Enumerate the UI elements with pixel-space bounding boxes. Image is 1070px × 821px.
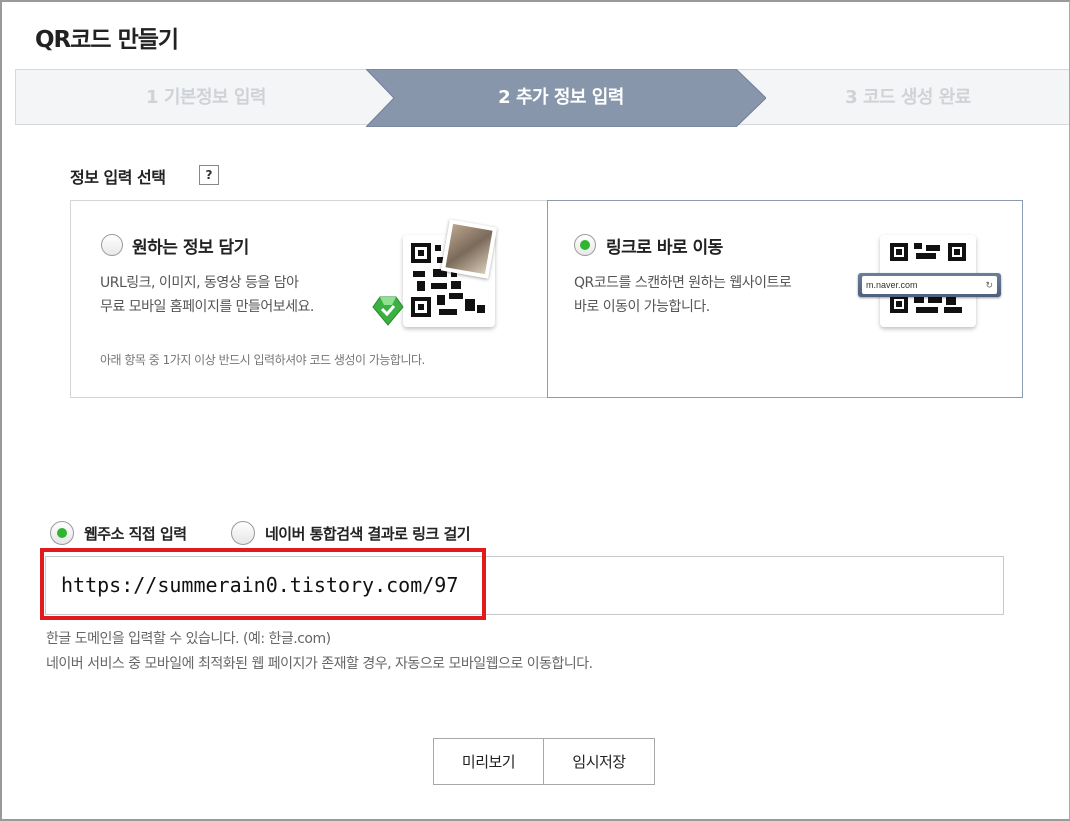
reload-icon: ↻ [985,280,993,290]
radio-direct-url-label: 웹주소 직접 입력 [84,525,187,543]
step-1: 1 기본정보 입력 [146,87,266,108]
option-direct-link-desc-line1: QR코드를 스캔하면 원하는 웹사이트로 [574,275,792,291]
option-direct-link-desc-line2: 바로 이동이 가능합니다. [574,299,710,315]
option-info-page-title: 원하는 정보 담기 [132,238,249,258]
photo-thumbnail [440,219,498,279]
radio-direct-url[interactable]: 웹주소 직접 입력 [50,520,225,546]
step-indicator: 1 기본정보 입력 2 추가 정보 입력 3 코드 생성 완료 [15,69,1069,127]
qr-link-illustration: m.naver.com ↻ [858,231,1008,331]
green-gem-icon [372,296,404,326]
hint-mobile-redirect: 네이버 서비스 중 모바일에 최적화된 웹 페이지가 존재할 경우, 자동으로 … [46,656,593,672]
option-direct-link-desc: QR코드를 스캔하면 원하는 웹사이트로 바로 이동이 가능합니다. [574,271,792,319]
option-info-page-radio[interactable] [101,234,123,256]
radio-naver-search-dot[interactable] [231,521,255,545]
radio-naver-search[interactable]: 네이버 통합검색 결과로 링크 걸기 [231,520,531,546]
radio-direct-url-dot[interactable] [50,521,74,545]
url-input[interactable] [45,556,1004,615]
option-direct-link-title: 링크로 바로 이동 [606,238,723,258]
help-icon[interactable]: ? [199,165,219,185]
option-info-page-note: 아래 항목 중 1가지 이상 반드시 입력하셔야 코드 생성이 가능합니다. [100,353,425,367]
step-2-active: 2 추가 정보 입력 [498,87,624,108]
temp-save-button[interactable]: 임시저장 [543,738,655,785]
hint-korean-domain: 한글 도메인을 입력할 수 있습니다. (예: 한글.com) [46,631,331,647]
option-direct-link[interactable]: 링크로 바로 이동 QR코드를 스캔하면 원하는 웹사이트로 바로 이동이 가능… [547,200,1023,398]
radio-naver-search-label: 네이버 통합검색 결과로 링크 걸기 [265,525,471,543]
address-bar: m.naver.com ↻ [858,273,1001,297]
step-3: 3 코드 생성 완료 [845,87,971,108]
qr-photo-illustration [372,219,513,338]
option-info-page-desc: URL링크, 이미지, 동영상 등을 담아 무료 모바일 홈페이지를 만들어보세… [100,271,314,319]
option-info-page-desc-line1: URL링크, 이미지, 동영상 등을 담아 [100,275,299,291]
address-bar-text: m.naver.com [866,280,918,290]
page-title: QR코드 만들기 [35,27,179,53]
preview-button[interactable]: 미리보기 [433,738,544,785]
option-direct-link-radio[interactable] [574,234,596,256]
option-info-page-desc-line2: 무료 모바일 홈페이지를 만들어보세요. [100,299,314,315]
info-select-label: 정보 입력 선택 [70,168,166,187]
option-info-page[interactable]: 원하는 정보 담기 URL링크, 이미지, 동영상 등을 담아 무료 모바일 홈… [70,200,548,398]
